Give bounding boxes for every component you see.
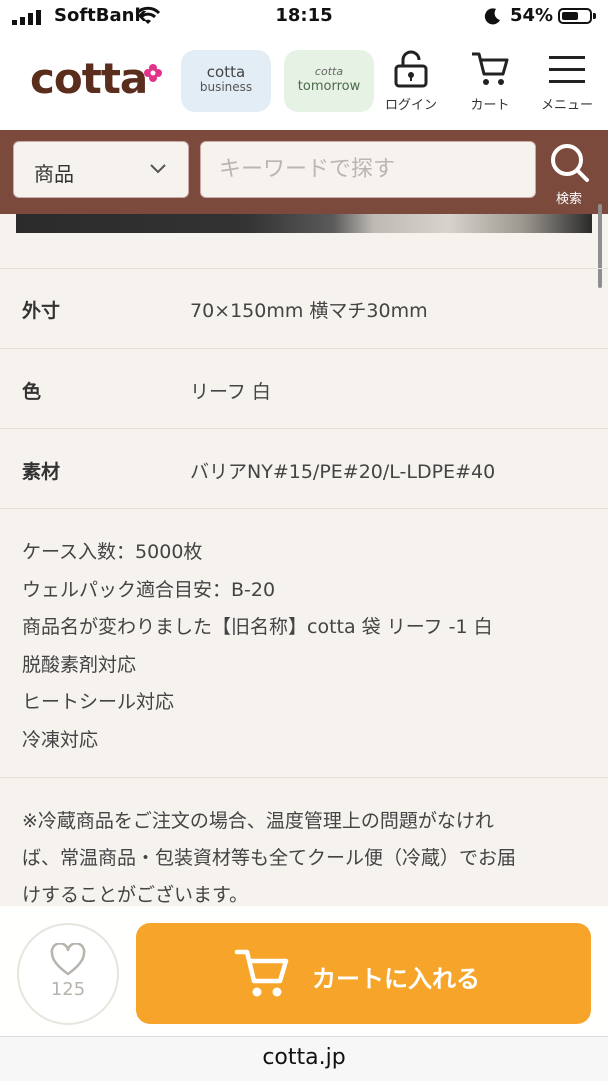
battery-percent: 54% [510,5,554,26]
login-label: ログイン [384,98,437,113]
chevron-down-icon [150,164,166,174]
notice-line: けすることがございます。 [22,884,249,906]
note-line: 商品名が変わりました【旧名称】cotta 袋 リーフ -1 白 [22,616,493,638]
site-header: cotta cotta business cotta tomorrow ログイン… [0,36,608,130]
lock-icon [394,50,428,88]
cool-delivery-notice: ※冷蔵商品をご注文の場合、温度管理上の問題がなけれ ば、常温商品・包装資材等も全… [0,777,608,918]
search-label: 検索 [555,192,582,207]
add-to-cart-button[interactable]: カートに入れる [136,923,591,1024]
spec-value: バリアNY#15/PE#20/L-LDPE#40 [190,461,496,483]
cart-button[interactable]: カート [460,50,520,113]
heart-icon [50,942,86,976]
brand-tomorrow-line2: tomorrow [297,79,361,94]
favorite-button[interactable]: 125 [17,923,119,1025]
login-button[interactable]: ログイン [378,50,444,113]
category-value: 商品 [34,162,74,186]
note-line: 冷凍対応 [22,729,99,751]
browser-url-bar[interactable]: cotta.jp [0,1036,608,1081]
spec-row: 外寸 70×150mm 横マチ30mm [0,268,608,349]
note-line: ウェルパック適合目安：B-20 [22,579,276,601]
keyword-search-input[interactable] [200,141,536,198]
battery-icon [558,8,596,24]
product-image [16,214,592,233]
menu-button[interactable]: メニュー [534,50,600,113]
category-select[interactable]: 商品 [13,141,189,198]
spec-row: 素材 バリアNY#15/PE#20/L-LDPE#40 [0,428,608,509]
bottom-action-bar: 125 カートに入れる [0,906,608,1036]
cotta-business-link[interactable]: cotta business [181,50,271,112]
add-to-cart-label: カートに入れる [312,965,480,993]
spec-row: 色 リーフ 白 [0,348,608,429]
notice-line: ※冷蔵商品をご注文の場合、温度管理上の問題がなけれ [22,810,494,832]
note-line: ケース入数：5000枚 [22,541,203,563]
brand-tomorrow-line1: cotta [314,65,344,78]
spec-value: 70×150mm 横マチ30mm [190,300,428,322]
cart-icon [472,52,509,85]
status-bar: SoftBank 18:15 54% [0,0,608,36]
spec-key: 外寸 [22,300,61,322]
moon-icon [484,8,500,25]
spec-key: 色 [22,381,42,403]
menu-label: メニュー [540,98,593,113]
product-notes: ケース入数：5000枚 ウェルパック適合目安：B-20 商品名が変わりました【旧… [0,508,608,777]
brand-business-line1: cotta [206,63,246,81]
note-line: ヒートシール対応 [22,691,175,713]
spec-key: 素材 [22,461,61,483]
flower-icon [144,64,162,82]
spec-value: リーフ 白 [190,381,271,403]
url-text: cotta.jp [262,1045,346,1070]
search-button[interactable]: 検索 [543,142,595,207]
hamburger-icon [549,56,585,83]
brand-business-line2: business [199,80,253,94]
cotta-logo[interactable]: cotta [30,54,148,103]
favorite-count: 125 [50,979,86,1000]
search-bar: 商品 検索 [0,130,608,214]
cart-icon [234,949,289,997]
cart-label: カート [470,98,510,113]
notice-line: ば、常温商品・包装資材等も全てクール便（冷蔵）でお届 [22,847,517,869]
search-icon [551,144,589,182]
cotta-tomorrow-link[interactable]: cotta tomorrow [284,50,374,112]
note-line: 脱酸素剤対応 [22,654,137,676]
